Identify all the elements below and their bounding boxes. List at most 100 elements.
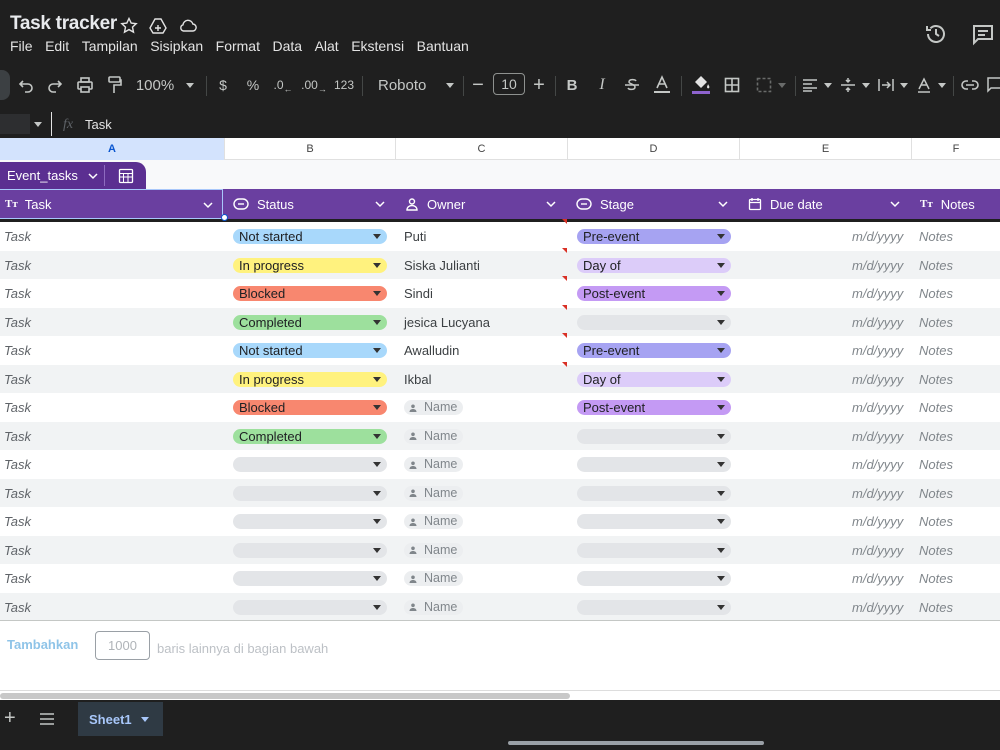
owner-placeholder-chip[interactable]: Name [404,457,464,472]
sheet-tab-sheet1[interactable]: Sheet1 [78,702,163,736]
menu-edit[interactable]: Edit [45,38,69,54]
due-date-cell[interactable]: m/d/yyyy [852,600,903,615]
status-chip[interactable]: Completed [233,428,387,444]
comment-indicator[interactable] [562,333,567,338]
menu-view[interactable]: Tampilan [82,38,138,54]
task-cell[interactable]: Task [4,543,31,558]
fill-color-button[interactable] [689,66,713,104]
print-button[interactable] [73,66,97,104]
notes-cell[interactable]: Notes [919,429,953,444]
due-date-cell[interactable]: m/d/yyyy [852,400,903,415]
add-rows-button[interactable]: Tambahkan [7,637,78,652]
merge-cells-button[interactable] [752,66,790,104]
header-notes[interactable]: Tт Notes [912,189,1000,219]
status-chip[interactable]: In progress [233,371,387,387]
version-history-icon[interactable] [924,22,948,46]
stage-chip[interactable] [577,599,731,615]
notes-cell[interactable]: Notes [919,372,953,387]
italic-button[interactable]: I [592,66,612,104]
owner-placeholder-chip[interactable]: Name [404,400,464,415]
cloud-status-icon[interactable] [178,16,198,36]
status-chip[interactable]: Completed [233,314,387,330]
column-header-f[interactable]: F [912,138,1000,160]
owner-placeholder-chip[interactable]: Name [404,428,464,444]
notes-cell[interactable]: Notes [919,229,953,244]
notes-cell[interactable]: Notes [919,315,953,330]
menu-insert[interactable]: Sisipkan [150,38,203,54]
comment-indicator[interactable] [562,219,567,224]
column-header-a[interactable]: A [0,138,225,160]
owner-cell[interactable]: Puti [404,229,426,244]
stage-chip[interactable]: Day of [577,257,731,273]
task-cell[interactable]: Task [4,600,31,615]
formula-input[interactable]: Task [85,117,112,132]
owner-placeholder-chip[interactable]: Name [404,485,464,501]
bold-button[interactable]: B [562,66,582,104]
stage-chip[interactable] [577,485,731,501]
name-box-field[interactable] [0,114,30,134]
chevron-down-icon[interactable] [717,198,729,210]
task-cell[interactable]: Task [4,457,31,472]
due-date-cell[interactable]: m/d/yyyy [852,486,903,501]
menu-extensions[interactable]: Ekstensi [351,38,404,54]
paint-format-button[interactable] [102,66,126,104]
task-cell[interactable]: Task [4,286,31,301]
horizontal-scrollbar[interactable] [0,690,1000,700]
currency-button[interactable]: $ [213,66,233,104]
doc-title[interactable]: Task tracker [10,13,117,35]
owner-cell[interactable]: Sindi [404,286,433,301]
task-cell[interactable]: Task [4,400,31,415]
all-sheets-icon[interactable] [39,713,55,725]
status-chip[interactable]: Blocked [233,400,387,415]
status-chip[interactable]: In progress [233,257,387,273]
status-chip[interactable]: Not started [233,229,387,244]
owner-cell[interactable]: jesica Lucyana [404,315,490,330]
task-cell[interactable]: Task [4,315,31,330]
status-chip[interactable] [233,599,387,615]
status-chip[interactable] [233,514,387,529]
owner-placeholder-chip[interactable]: Name [404,599,464,615]
font-family-select[interactable]: Roboto [372,66,455,104]
stage-chip[interactable]: Day of [577,371,731,387]
due-date-cell[interactable]: m/d/yyyy [852,343,903,358]
notes-cell[interactable]: Notes [919,400,953,415]
insert-link-button[interactable] [959,66,981,104]
table-name-button[interactable]: Event_tasks [0,162,104,189]
header-stage[interactable]: Stage [568,189,740,219]
column-header-d[interactable]: D [568,138,740,160]
name-box[interactable] [0,112,44,136]
move-to-drive-icon[interactable] [148,16,168,36]
menu-help[interactable]: Bantuan [417,38,469,54]
star-icon[interactable] [119,16,139,36]
status-chip[interactable]: Not started [233,343,387,358]
due-date-cell[interactable]: m/d/yyyy [852,229,903,244]
owner-cell[interactable]: Siska Julianti [404,258,480,273]
undo-button[interactable] [14,66,38,104]
column-header-b[interactable]: B [225,138,396,160]
notes-cell[interactable]: Notes [919,486,953,501]
task-cell[interactable]: Task [4,486,31,501]
column-header-c[interactable]: C [396,138,568,160]
stage-chip[interactable]: Pre-event [577,229,731,244]
strikethrough-button[interactable] [621,66,643,104]
due-date-cell[interactable]: m/d/yyyy [852,543,903,558]
number-format-button[interactable]: 123 [333,66,355,104]
horizontal-align-button[interactable] [801,66,833,104]
chevron-down-icon[interactable] [374,198,386,210]
due-date-cell[interactable]: m/d/yyyy [852,429,903,444]
add-rows-count-input[interactable]: 1000 [95,631,150,660]
stage-chip[interactable] [577,457,731,472]
owner-cell[interactable]: Awalludin [404,343,459,358]
insert-comment-button[interactable] [987,66,1000,104]
task-cell[interactable]: Task [4,429,31,444]
scrollbar-thumb[interactable] [0,693,570,699]
stage-chip[interactable] [577,542,731,558]
due-date-cell[interactable]: m/d/yyyy [852,315,903,330]
notes-cell[interactable]: Notes [919,457,953,472]
header-due-date[interactable]: Due date [740,189,912,219]
home-indicator[interactable] [508,741,764,745]
add-sheet-icon[interactable]: + [4,708,16,728]
menu-file[interactable]: File [10,38,33,54]
notes-cell[interactable]: Notes [919,258,953,273]
chevron-down-icon[interactable] [545,198,557,210]
